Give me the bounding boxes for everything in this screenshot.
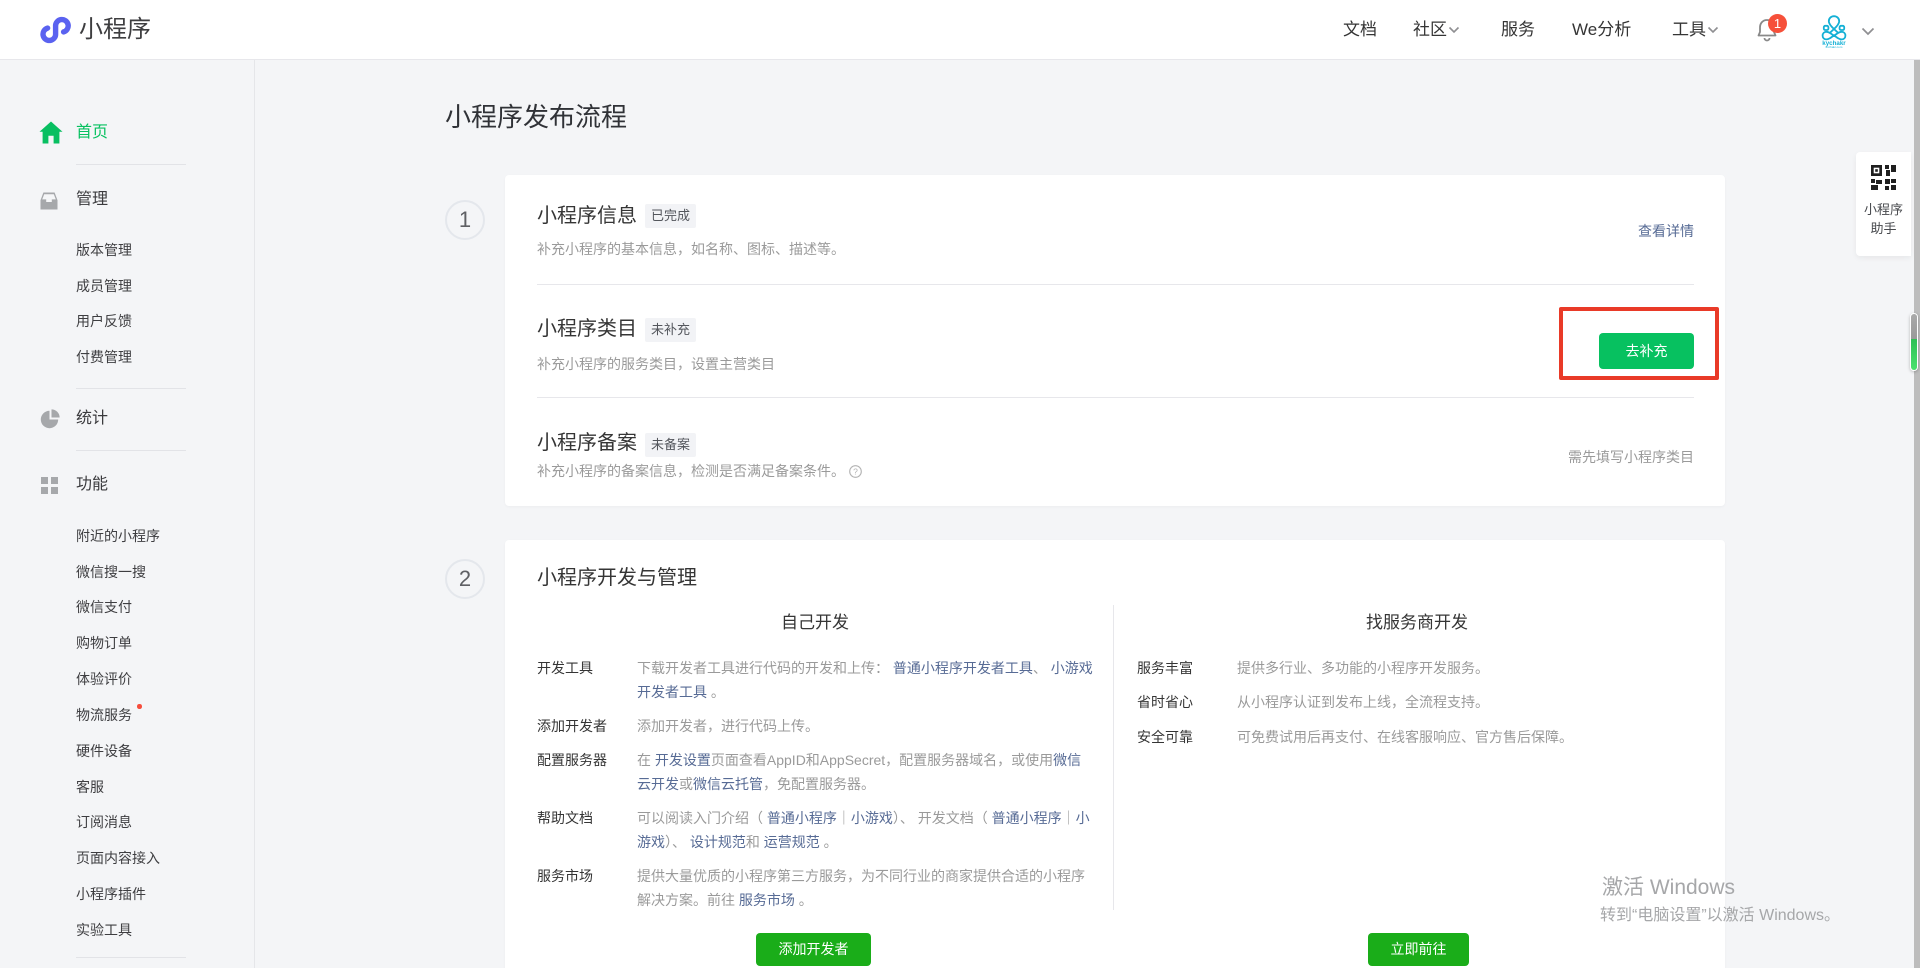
svg-text:?: ? [853, 466, 858, 476]
svg-text:kychakr.com: kychakr.com [1826, 45, 1843, 48]
